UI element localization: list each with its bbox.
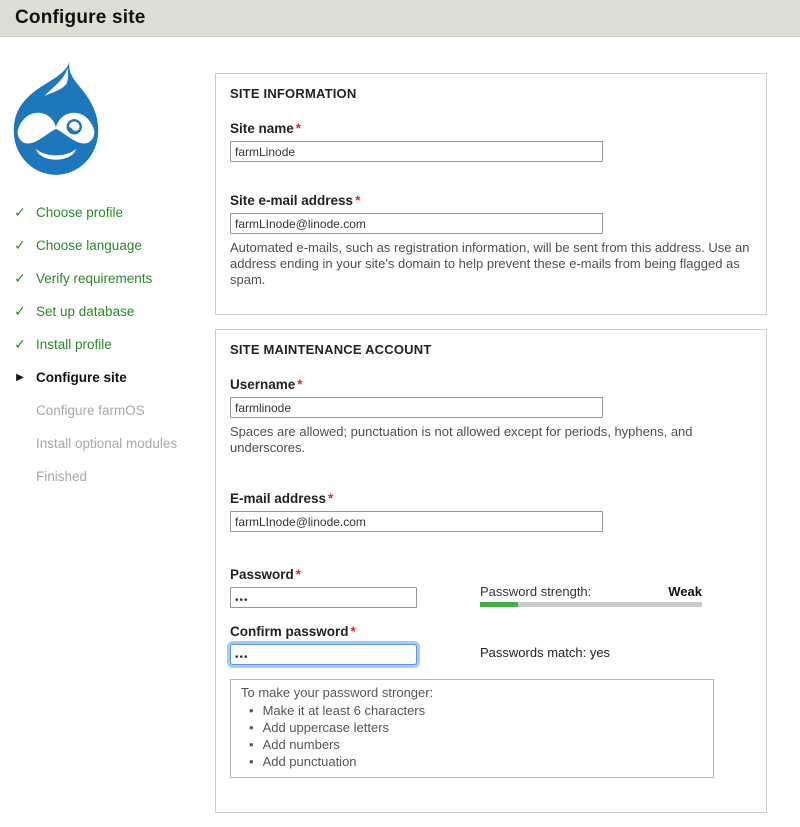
install-task-item: ▶ Configure site	[12, 361, 212, 394]
passwords-match-status: Passwords match: yes	[480, 624, 752, 665]
maintenance-account-title: SITE MAINTENANCE ACCOUNT	[230, 342, 752, 357]
username-item: Username* Spaces are allowed; punctuatio…	[230, 377, 752, 456]
install-task-item: ✓ Choose profile	[12, 196, 212, 229]
password-strength-widget: Password strength: Weak	[480, 567, 702, 608]
confirm-password-label: Confirm password*	[230, 624, 480, 639]
account-email-input[interactable]	[230, 511, 603, 532]
install-task-item: ✓ Verify requirements	[12, 262, 212, 295]
check-icon: ✓	[12, 336, 28, 353]
install-task-item: ✓ Choose language	[12, 229, 212, 262]
install-task-label: Configure site	[36, 370, 127, 385]
site-name-item: Site name*	[230, 121, 752, 162]
install-task-label: Finished	[36, 469, 87, 484]
password-strength-fill	[480, 602, 518, 607]
password-strength-level: Weak	[668, 584, 702, 599]
password-suggestions-list: Make it at least 6 charactersAdd upperca…	[241, 702, 703, 770]
required-asterisk: *	[328, 491, 333, 506]
check-icon: ✓	[12, 204, 28, 221]
install-task-label: Configure farmOS	[36, 403, 145, 418]
install-task-label: Verify requirements	[36, 271, 152, 286]
site-email-input[interactable]	[230, 213, 603, 234]
drupal-logo	[8, 58, 104, 186]
required-asterisk: *	[296, 121, 301, 136]
username-input[interactable]	[230, 397, 603, 418]
password-suggestion-item: Add numbers	[241, 736, 703, 753]
password-suggestions-title: To make your password stronger:	[241, 685, 703, 700]
required-asterisk: *	[351, 624, 356, 639]
confirm-password-input[interactable]	[230, 644, 417, 665]
account-email-item: E-mail address*	[230, 491, 752, 532]
install-task-item: Finished	[12, 460, 212, 493]
current-step-arrow-icon: ▶	[12, 372, 28, 383]
install-task-list: ✓ Choose profile ✓ Choose language ✓ Verify r…	[12, 196, 212, 493]
username-help: Spaces are allowed; punctuation is not a…	[230, 424, 752, 456]
main-content: SITE INFORMATION Site name* Site e-mail …	[215, 73, 763, 827]
site-information-panel: SITE INFORMATION Site name* Site e-mail …	[215, 73, 767, 315]
password-row: Password* Password strength: Weak	[230, 567, 752, 608]
site-name-label: Site name*	[230, 121, 752, 136]
install-task-label: Install optional modules	[36, 436, 177, 451]
druplicon-icon	[8, 58, 104, 186]
required-asterisk: *	[297, 377, 302, 392]
password-suggestions-box: To make your password stronger: Make it …	[230, 679, 714, 778]
install-task-item: ✓ Install profile	[12, 328, 212, 361]
confirm-password-item: Confirm password*	[230, 624, 480, 665]
site-email-item: Site e-mail address* Automated e-mails, …	[230, 193, 752, 288]
install-task-label: Set up database	[36, 304, 134, 319]
site-name-input[interactable]	[230, 141, 603, 162]
page-title: Configure site	[15, 7, 146, 29]
required-asterisk: *	[355, 193, 360, 208]
install-task-label: Choose profile	[36, 205, 123, 220]
site-email-label: Site e-mail address*	[230, 193, 752, 208]
install-task-item: Install optional modules	[12, 427, 212, 460]
install-task-label: Install profile	[36, 337, 112, 352]
check-icon: ✓	[12, 303, 28, 320]
password-label: Password*	[230, 567, 480, 582]
password-item: Password*	[230, 567, 480, 608]
confirm-password-row: Confirm password* Passwords match: yes	[230, 624, 752, 665]
check-icon: ✓	[12, 270, 28, 287]
page-header: Configure site	[0, 0, 800, 37]
password-suggestion-item: Add punctuation	[241, 753, 703, 770]
install-task-label: Choose language	[36, 238, 142, 253]
site-information-title: SITE INFORMATION	[230, 86, 752, 101]
account-email-label: E-mail address*	[230, 491, 752, 506]
password-suggestion-item: Add uppercase letters	[241, 719, 703, 736]
maintenance-account-panel: SITE MAINTENANCE ACCOUNT Username* Space…	[215, 329, 767, 813]
username-label: Username*	[230, 377, 752, 392]
password-suggestion-item: Make it at least 6 characters	[241, 702, 703, 719]
password-strength-track	[480, 602, 702, 607]
site-email-help: Automated e-mails, such as registration …	[230, 240, 752, 288]
password-strength-caption: Password strength:	[480, 584, 591, 599]
install-task-item: Configure farmOS	[12, 394, 212, 427]
password-input[interactable]	[230, 587, 417, 608]
required-asterisk: *	[296, 567, 301, 582]
check-icon: ✓	[12, 237, 28, 254]
install-task-item: ✓ Set up database	[12, 295, 212, 328]
